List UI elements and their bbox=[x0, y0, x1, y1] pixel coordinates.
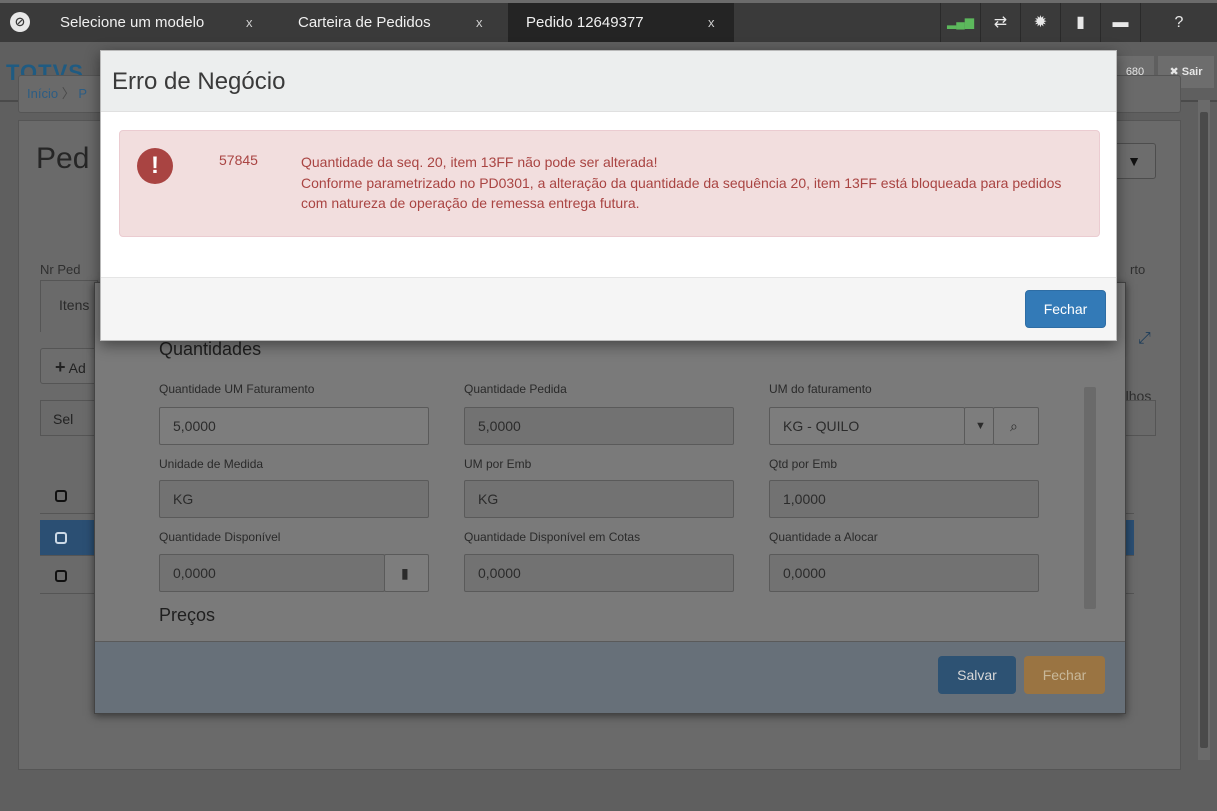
error-message: Quantidade da seq. 20, item 13FF não pod… bbox=[301, 152, 1091, 214]
row-checkbox[interactable] bbox=[55, 570, 67, 582]
quantity-dialog: Quantidades Quantidade UM Faturamento 5,… bbox=[94, 282, 1126, 714]
gear-icon[interactable]: ✹ bbox=[1020, 3, 1060, 42]
tab-close-icon[interactable]: x bbox=[476, 3, 483, 42]
chat-icon[interactable]: ▬ bbox=[1100, 3, 1140, 42]
row-checkbox[interactable] bbox=[55, 490, 67, 502]
qty-per-pack-label: Qtd por Emb bbox=[769, 457, 838, 471]
top-tab-bar: ⊘ Selecione um modelo x Carteira de Pedi… bbox=[0, 0, 1217, 42]
breadcrumb-separator: 〉 bbox=[61, 86, 75, 101]
section-quantities: Quantidades bbox=[159, 339, 262, 359]
modal-footer: Fechar bbox=[101, 277, 1116, 340]
qty-to-allocate-field: 0,0000 bbox=[769, 554, 1039, 592]
error-message-line1: Quantidade da seq. 20, item 13FF não pod… bbox=[301, 154, 658, 170]
tab-order-portfolio[interactable]: Carteira de Pedidos x bbox=[280, 3, 502, 42]
error-message-line2: Conforme parametrizado no PD0301, a alte… bbox=[301, 174, 1062, 212]
plus-icon: + bbox=[55, 357, 66, 377]
signal-icon[interactable]: ▂▄▆ bbox=[940, 3, 980, 42]
dialog-footer: Salvar Fechar bbox=[95, 641, 1125, 713]
expand-icon[interactable]: ⤢ bbox=[1138, 330, 1151, 348]
tab-label: Pedido 12649377 bbox=[526, 14, 644, 31]
qty-to-allocate-label: Quantidade a Alocar bbox=[769, 530, 878, 544]
app-logo-icon[interactable]: ⊘ bbox=[10, 12, 30, 32]
book-icon[interactable]: ▮ bbox=[384, 554, 429, 592]
tab-close-icon[interactable]: x bbox=[708, 3, 715, 42]
um-per-pack-label: UM por Emb bbox=[464, 457, 532, 471]
row-checkbox[interactable] bbox=[55, 532, 67, 544]
shuffle-icon[interactable]: ⇄ bbox=[980, 3, 1020, 42]
exclamation-icon: ! bbox=[137, 148, 173, 184]
qty-available-field: 0,0000 bbox=[159, 554, 385, 592]
file-icon[interactable]: ▮ bbox=[1060, 3, 1100, 42]
error-alert: ! 57845 Quantidade da seq. 20, item 13FF… bbox=[119, 130, 1100, 237]
page-title: Ped bbox=[36, 142, 90, 175]
dialog-scrollbar[interactable] bbox=[1081, 371, 1099, 633]
um-billing-label: UM do faturamento bbox=[769, 382, 872, 396]
qty-ordered-field: 5,0000 bbox=[464, 407, 734, 445]
qty-per-pack-field: 1,0000 bbox=[769, 480, 1039, 518]
tab-close-icon[interactable]: x bbox=[246, 3, 253, 42]
unit-label: Unidade de Medida bbox=[159, 457, 264, 471]
status-label: rto bbox=[1130, 262, 1146, 277]
tab-items-label: Itens bbox=[59, 297, 90, 313]
add-item-label: Ad bbox=[68, 360, 86, 376]
business-error-modal: Erro de Negócio ! 57845 Quantidade da se… bbox=[100, 50, 1117, 341]
qty-um-billing-field[interactable]: 5,0000 bbox=[159, 407, 429, 445]
order-number-label: Nr Ped bbox=[40, 262, 81, 277]
chevron-down-icon[interactable]: ▼ bbox=[1112, 143, 1156, 179]
scrollbar-thumb[interactable] bbox=[1084, 387, 1096, 609]
breadcrumb-home[interactable]: Início bbox=[27, 86, 58, 101]
modal-header: Erro de Negócio bbox=[101, 51, 1116, 112]
tab-label: Selecione um modelo bbox=[60, 14, 205, 31]
error-code: 57845 bbox=[219, 152, 258, 168]
close-button[interactable]: Fechar bbox=[1024, 656, 1105, 694]
add-item-button[interactable]: + Ad bbox=[40, 348, 100, 384]
help-icon[interactable]: ? bbox=[1140, 3, 1217, 42]
section-prices: Preços bbox=[159, 605, 216, 625]
search-icon[interactable]: ⌕ bbox=[993, 407, 1039, 445]
close-button[interactable]: Fechar bbox=[1025, 290, 1106, 328]
unit-field: KG bbox=[159, 480, 429, 518]
scrollbar-thumb[interactable] bbox=[1200, 112, 1208, 748]
um-billing-select[interactable]: KG - QUILO bbox=[769, 407, 965, 445]
modal-title: Erro de Negócio bbox=[112, 68, 286, 95]
tab-label: Carteira de Pedidos bbox=[298, 14, 431, 31]
breadcrumb-item[interactable]: P bbox=[78, 86, 87, 101]
qty-available-quota-label: Quantidade Disponível em Cotas bbox=[464, 530, 641, 544]
page-scrollbar[interactable] bbox=[1198, 100, 1210, 760]
um-per-pack-field: KG bbox=[464, 480, 734, 518]
tab-select-model[interactable]: Selecione um modelo x bbox=[42, 3, 268, 42]
tab-order-12649377[interactable]: Pedido 12649377 x bbox=[508, 3, 734, 42]
qty-available-quota-field: 0,0000 bbox=[464, 554, 734, 592]
qty-ordered-label: Quantidade Pedida bbox=[464, 382, 567, 396]
grid-sel-header: Sel bbox=[53, 411, 74, 427]
tab-items[interactable]: Itens bbox=[40, 280, 98, 332]
save-button[interactable]: Salvar bbox=[938, 656, 1016, 694]
qty-um-billing-label: Quantidade UM Faturamento bbox=[159, 382, 315, 396]
qty-available-label: Quantidade Disponível bbox=[159, 530, 281, 544]
chevron-down-icon[interactable]: ▼ bbox=[964, 407, 994, 445]
